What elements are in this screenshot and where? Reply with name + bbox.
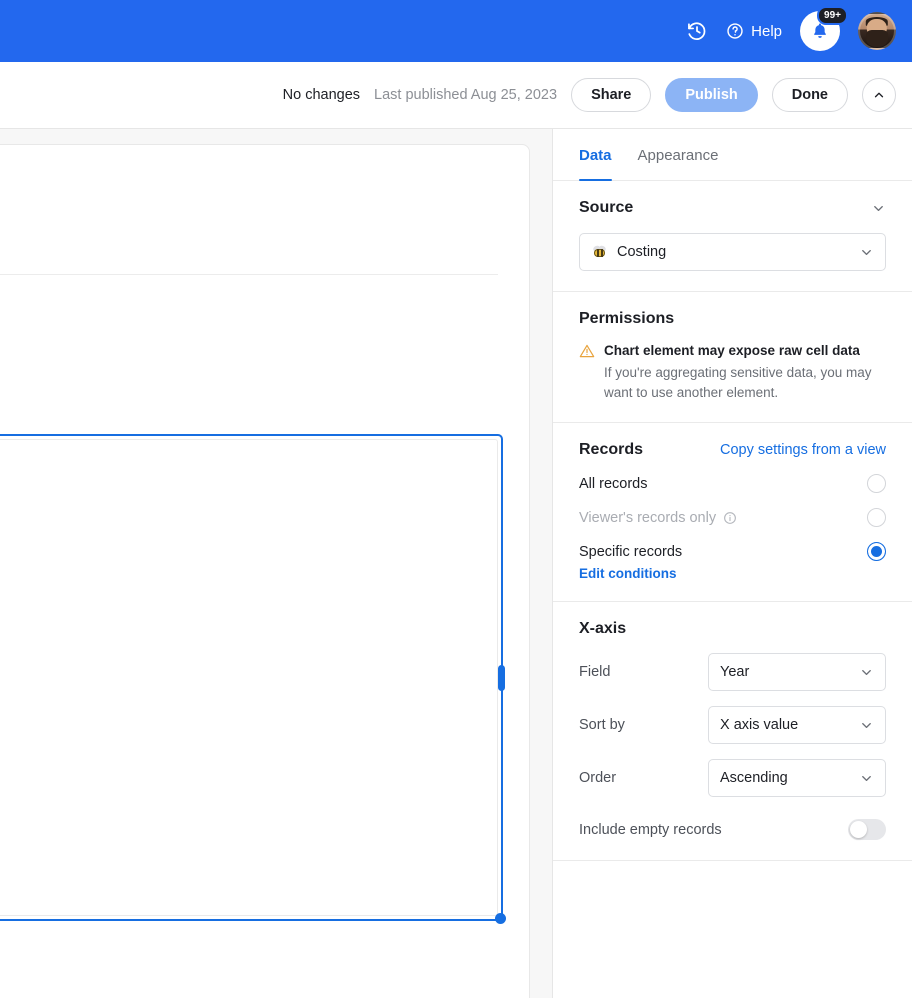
- source-section: Source Costing: [553, 181, 912, 292]
- chevron-up-icon: [872, 88, 886, 102]
- bee-icon: [591, 244, 608, 261]
- chevron-down-icon[interactable]: [871, 201, 886, 216]
- x-axis-order-row: Order Ascending: [579, 759, 886, 798]
- records-option-viewer-text: Viewer's records only: [579, 509, 717, 526]
- avatar-beard: [866, 29, 888, 48]
- help-label: Help: [751, 22, 782, 40]
- records-radio-specific[interactable]: [867, 542, 886, 562]
- edit-conditions-link[interactable]: Edit conditions: [579, 566, 886, 581]
- include-empty-records-row: Include empty records: [579, 819, 886, 841]
- avatar[interactable]: [858, 12, 896, 50]
- source-table-value: Costing: [617, 244, 667, 260]
- resize-handle-bottom-right[interactable]: [495, 913, 506, 924]
- publish-button[interactable]: Publish: [665, 78, 758, 112]
- permissions-warning-body: If you're aggregating sensitive data, yo…: [604, 365, 872, 400]
- chevron-down-icon: [859, 665, 874, 680]
- source-title: Source: [579, 199, 634, 216]
- permissions-title: Permissions: [579, 310, 675, 327]
- x-axis-field-value: Year: [720, 664, 750, 681]
- notifications-button[interactable]: 99+: [800, 6, 848, 51]
- selected-chart-element[interactable]: [0, 434, 506, 924]
- records-header: Records Copy settings from a view: [579, 441, 886, 459]
- permissions-warning-title: Chart element may expose raw cell data: [604, 343, 860, 358]
- collapse-toolbar-button[interactable]: [862, 78, 896, 112]
- x-axis-order-label: Order: [579, 770, 617, 787]
- records-option-specific-label: Specific records: [579, 543, 683, 560]
- x-axis-field-label: Field: [579, 664, 611, 681]
- selection-inner-border: [0, 439, 498, 916]
- chevron-down-icon: [859, 718, 874, 733]
- tab-appearance[interactable]: Appearance: [638, 147, 719, 180]
- source-header: Source: [579, 199, 886, 217]
- records-title: Records: [579, 441, 644, 459]
- editor-toolbar: No changes Last published Aug 25, 2023 S…: [0, 62, 912, 129]
- x-axis-order-value: Ascending: [720, 770, 788, 787]
- panel-tabs: Data Appearance: [553, 129, 912, 181]
- help-button[interactable]: Help: [726, 22, 782, 40]
- permissions-warning: Chart element may expose raw cell data I…: [579, 342, 886, 402]
- top-navigation-bar: Help 99+: [0, 0, 912, 62]
- records-option-all-label: All records: [579, 475, 648, 492]
- include-empty-records-toggle[interactable]: [848, 819, 886, 841]
- x-axis-field-select[interactable]: Year: [708, 653, 886, 692]
- notification-count-badge: 99+: [817, 6, 848, 25]
- records-option-viewer-label: Viewer's records only: [579, 510, 737, 526]
- done-button[interactable]: Done: [771, 78, 848, 112]
- records-option-viewer[interactable]: Viewer's records only: [579, 508, 886, 528]
- tab-data[interactable]: Data: [579, 147, 612, 181]
- page-canvas: 2023 Garment Category BespokeMade to Mea…: [0, 129, 552, 998]
- info-circle-icon[interactable]: [723, 511, 737, 525]
- x-axis-sortby-value: X axis value: [720, 717, 799, 734]
- include-empty-records-label: Include empty records: [579, 821, 722, 838]
- share-button[interactable]: Share: [571, 78, 652, 112]
- question-circle-icon: [726, 22, 744, 40]
- x-axis-order-select[interactable]: Ascending: [708, 759, 886, 798]
- x-axis-sortby-row: Sort by X axis value: [579, 706, 886, 745]
- warning-triangle-icon: [579, 342, 595, 402]
- history-icon[interactable]: [686, 20, 708, 42]
- chevron-down-icon: [859, 771, 874, 786]
- app-root: Help 99+ No changes Last published Aug 2…: [0, 0, 912, 998]
- x-axis-title: X-axis: [579, 620, 627, 638]
- permissions-section: Permissions Chart element may expose raw…: [553, 292, 912, 424]
- change-status-label: No changes: [282, 87, 361, 103]
- source-table-select[interactable]: Costing: [579, 233, 886, 271]
- copy-settings-link[interactable]: Copy settings from a view: [720, 442, 886, 458]
- last-published-label: Last published Aug 25, 2023: [374, 87, 558, 103]
- chevron-down-icon: [859, 245, 874, 260]
- records-option-all[interactable]: All records: [579, 474, 886, 494]
- resize-handle-right[interactable]: [497, 664, 505, 691]
- records-option-specific[interactable]: Specific records: [579, 542, 886, 562]
- x-axis-sortby-label: Sort by: [579, 717, 625, 734]
- records-radio-all[interactable]: [867, 474, 886, 494]
- x-axis-sortby-select[interactable]: X axis value: [708, 706, 886, 745]
- records-radio-viewer[interactable]: [867, 508, 886, 528]
- card-divider: [0, 274, 498, 275]
- toggle-knob: [850, 821, 867, 839]
- settings-panel: Data Appearance Source Costing Permissio…: [552, 129, 912, 998]
- records-section: Records Copy settings from a view All re…: [553, 423, 912, 603]
- x-axis-field-row: Field Year: [579, 653, 886, 692]
- x-axis-section: X-axis Field Year Sort by X axis value O…: [553, 602, 912, 862]
